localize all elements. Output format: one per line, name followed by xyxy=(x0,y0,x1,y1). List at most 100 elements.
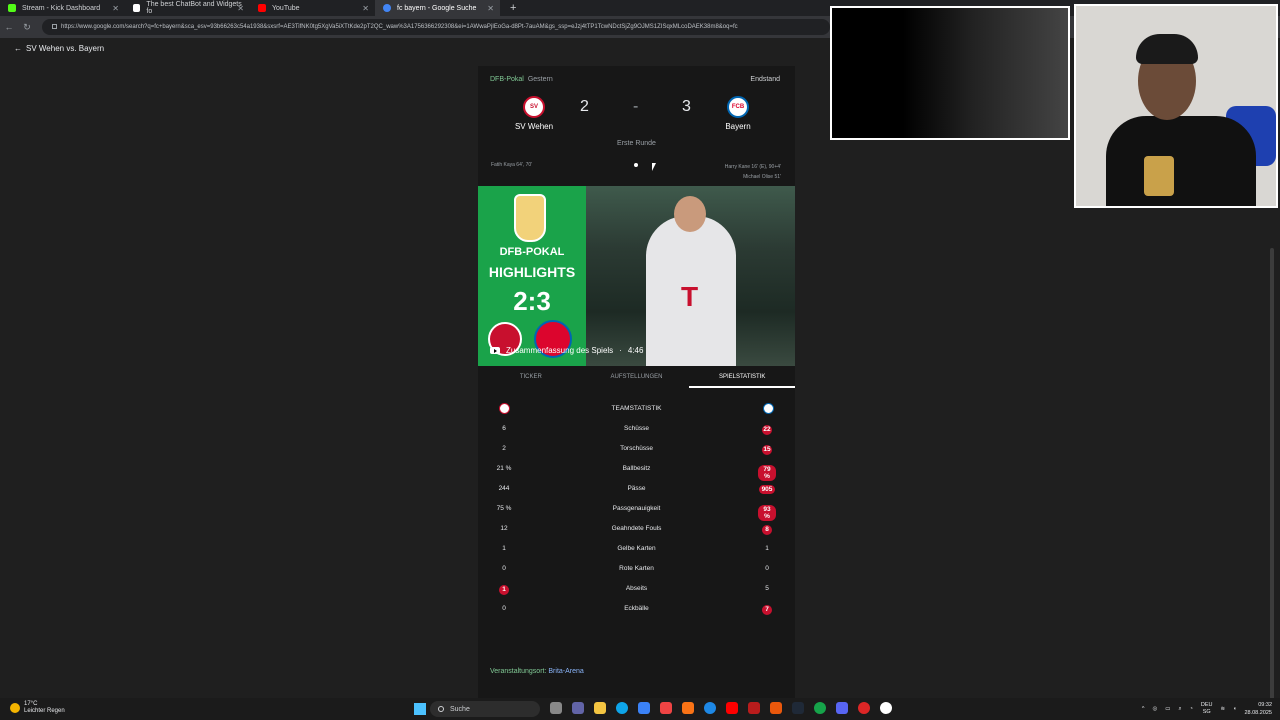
windows-taskbar: 17°C Leichter Regen Suche ^ ◎ ▭ ⌕ ◔ DEU S… xyxy=(0,698,1280,720)
video-title: Zusammenfassung des Spiels xyxy=(506,346,614,355)
taskbar-search[interactable]: Suche xyxy=(430,701,540,717)
teams-icon[interactable] xyxy=(572,702,584,714)
away-stat-value: 0 xyxy=(758,565,776,572)
match-tabs: TICKER AUFSTELLUNGEN SPIELSTATISTIK xyxy=(478,366,796,388)
chrome-icon[interactable] xyxy=(704,702,716,714)
task-view-icon[interactable] xyxy=(550,702,562,714)
away-stat-value: 905 xyxy=(758,485,776,494)
stat-row: 75 % Passgenauigkeit 93 % xyxy=(478,500,795,521)
windows-start-icon[interactable] xyxy=(414,703,426,715)
clock[interactable]: 09:32 28.08.2025 xyxy=(1244,701,1272,717)
close-icon[interactable]: ✕ xyxy=(237,4,244,13)
match-title: SV Wehen vs. Bayern xyxy=(26,44,105,53)
speaker-icon[interactable]: ◔ xyxy=(1190,706,1193,712)
back-arrow-icon: ← xyxy=(14,44,22,53)
sv-wehen-crest-icon: SV xyxy=(523,96,545,118)
match-date: Gestern xyxy=(527,76,553,83)
highlights-banner: DFB-POKAL HIGHLIGHTS 2:3 xyxy=(478,186,586,366)
youtube-icon[interactable] xyxy=(726,702,738,714)
obs-icon[interactable] xyxy=(880,702,892,714)
highlight-competition: DFB-POKAL xyxy=(499,246,565,258)
app-tray-icon[interactable]: ▭ xyxy=(1165,706,1170,712)
stats-title: TEAMSTATISTIK xyxy=(611,405,662,412)
close-icon[interactable]: ✕ xyxy=(487,4,494,13)
mic-icon[interactable]: ⌕ xyxy=(1178,706,1181,713)
input-language[interactable]: DEU SG xyxy=(1201,702,1213,716)
page-scrollbar[interactable] xyxy=(1270,248,1274,708)
tab-youtube[interactable]: YouTube ✕ xyxy=(250,0,375,16)
highlight-title: HIGHLIGHTS xyxy=(488,264,576,280)
url-field[interactable]: https://www.google.com/search?q=fc+bayer… xyxy=(42,19,830,35)
discord-icon[interactable] xyxy=(836,702,848,714)
stat-value: 22 xyxy=(762,425,772,435)
back-arrow-icon[interactable]: ← xyxy=(0,22,18,32)
store-icon[interactable] xyxy=(638,702,650,714)
reload-icon[interactable]: ↻ xyxy=(18,22,36,33)
volume-icon[interactable]: ◖ xyxy=(1233,706,1236,712)
app-icon[interactable] xyxy=(858,702,870,714)
tab-label: YouTube xyxy=(272,4,300,12)
stat-label: Gelbe Karten xyxy=(617,545,656,552)
chevron-up-icon[interactable]: ^ xyxy=(1142,706,1145,712)
stat-value: 1 xyxy=(765,545,769,552)
home-team[interactable]: SV SV Wehen xyxy=(504,96,564,131)
telekom-logo: T xyxy=(681,281,699,312)
edge-icon[interactable] xyxy=(616,702,628,714)
tab-ticker[interactable]: TICKER xyxy=(478,366,584,388)
stat-value: 79 % xyxy=(758,465,776,481)
match-status: Endstand xyxy=(750,76,780,83)
back-link[interactable]: ← SV Wehen vs. Bayern xyxy=(14,44,104,53)
wifi-icon[interactable]: ≋ xyxy=(1221,706,1226,712)
highlights-video[interactable]: DFB-POKAL HIGHLIGHTS 2:3 T Zusammenfassu… xyxy=(478,186,795,366)
new-tab-button[interactable]: + xyxy=(500,2,526,14)
language-code: DEU xyxy=(1200,702,1213,708)
tab-chatbot[interactable]: The best ChatBot and Widgets fo ✕ xyxy=(125,0,250,16)
streamer-hair xyxy=(1136,34,1198,64)
stat-row: 1 Gelbe Karten 1 xyxy=(478,540,795,560)
away-stat-value: 15 xyxy=(758,445,776,455)
close-icon[interactable]: ✕ xyxy=(362,4,369,13)
webcam-feed xyxy=(1074,4,1278,208)
away-stat-value: 22 xyxy=(758,425,776,435)
temperature: 17°C xyxy=(24,701,38,707)
stat-label: Schüsse xyxy=(624,425,649,432)
stat-row: 6 Schüsse 22 xyxy=(478,420,795,440)
tab-label: Stream - Kick Dashboard xyxy=(22,4,101,12)
app-icon[interactable] xyxy=(770,702,782,714)
pinned-apps xyxy=(550,702,892,714)
tab-kick[interactable]: Stream - Kick Dashboard ✕ xyxy=(0,0,125,16)
stat-value: 0 xyxy=(765,565,769,572)
stat-label: Abseits xyxy=(625,585,648,592)
network-icon[interactable]: ◎ xyxy=(1152,706,1157,712)
bayern-crest-icon: FCB xyxy=(727,96,749,118)
highlight-score: 2:3 xyxy=(513,286,551,316)
tab-statistics[interactable]: SPIELSTATISTIK xyxy=(689,366,796,388)
player-head xyxy=(674,196,706,232)
tab-google[interactable]: fc bayern - Google Suche ✕ xyxy=(375,0,500,16)
competition-row: DFB-Pokal Gestern Endstand xyxy=(490,76,780,83)
stat-label: Ballbesitz xyxy=(622,465,651,472)
stat-value: 8 xyxy=(762,525,772,535)
venue-link[interactable]: Brita-Arena xyxy=(548,668,583,675)
score-separator: - xyxy=(633,98,639,115)
close-icon[interactable]: ✕ xyxy=(112,4,119,13)
home-score: 2 xyxy=(580,98,589,115)
stat-row: 0 Rote Karten 0 xyxy=(478,560,795,580)
away-scorer-line: Harry Kane 16' (E), 90+4' xyxy=(724,164,781,170)
app-icon[interactable] xyxy=(748,702,760,714)
away-stat-value: 7 xyxy=(758,605,776,615)
away-team[interactable]: FCB Bayern xyxy=(708,96,768,131)
away-team-name: Bayern xyxy=(725,122,751,131)
away-scorers: Harry Kane 16' (E), 90+4' Michael Olise … xyxy=(725,162,781,182)
xbox-icon[interactable] xyxy=(814,702,826,714)
steam-icon[interactable] xyxy=(792,702,804,714)
tab-lineups[interactable]: AUFSTELLUNGEN xyxy=(584,366,690,388)
competition-link[interactable]: DFB-Pokal xyxy=(490,76,524,83)
weather-widget[interactable]: 17°C Leichter Regen xyxy=(10,701,65,715)
app-icon[interactable] xyxy=(660,702,672,714)
app-icon[interactable] xyxy=(682,702,694,714)
file-explorer-icon[interactable] xyxy=(594,702,606,714)
youtube-icon xyxy=(258,4,266,12)
stat-row: 244 Pässe 905 xyxy=(478,480,795,500)
match-round: Erste Runde xyxy=(617,140,656,147)
